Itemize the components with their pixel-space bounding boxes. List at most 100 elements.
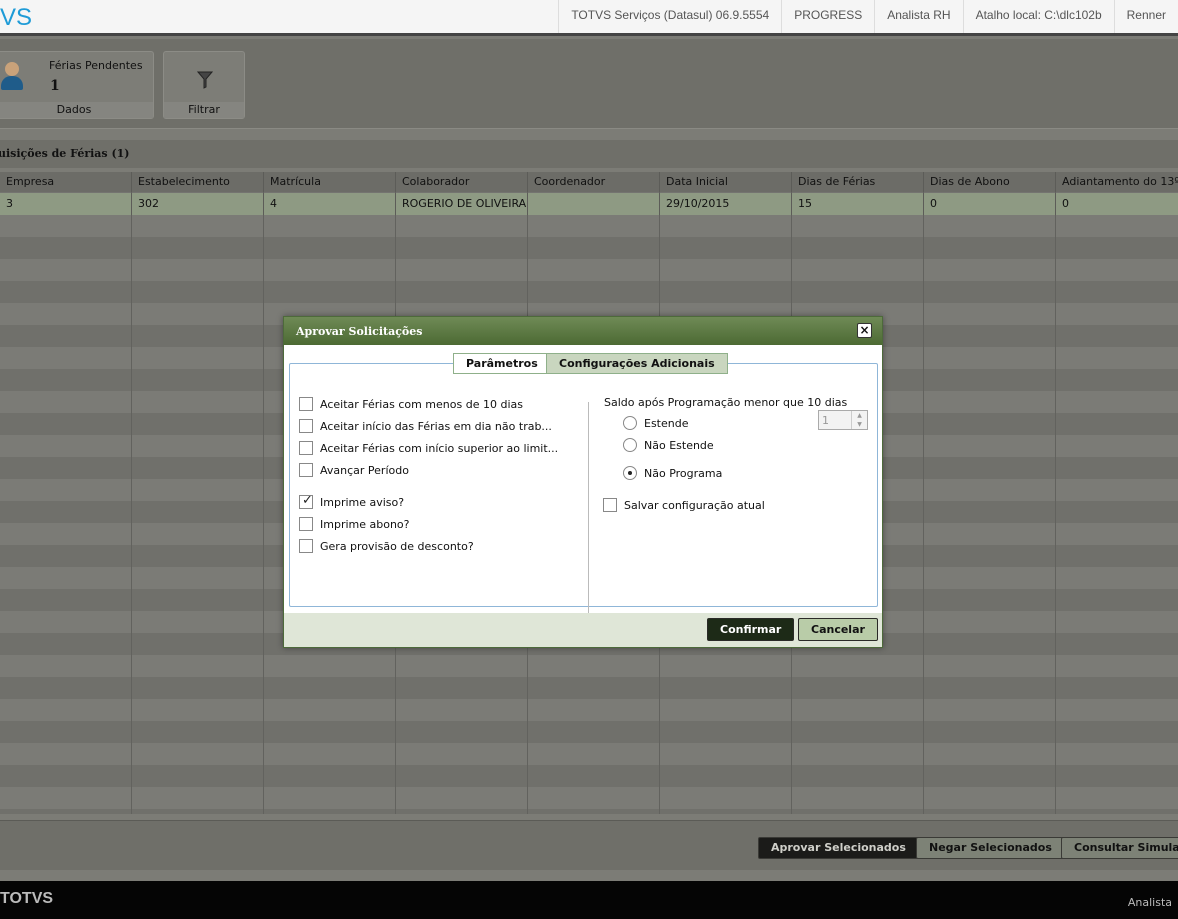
radio-label: Estende bbox=[644, 416, 689, 430]
footer: TOTVS Analista bbox=[0, 881, 1178, 919]
section-header: uisições de Férias (1) bbox=[0, 140, 1178, 168]
checkbox[interactable] bbox=[603, 498, 617, 512]
widget-filtrar[interactable]: Filtrar bbox=[163, 51, 245, 119]
checkbox[interactable] bbox=[299, 517, 313, 531]
column-header[interactable]: Data Inicial bbox=[660, 172, 792, 192]
approve-selected-button[interactable]: Aprovar Selecionados bbox=[758, 837, 919, 859]
user-icon bbox=[1, 62, 23, 90]
table-row[interactable]: 3 302 4 ROGERIO DE OLIVEIRA 29/10/2015 1… bbox=[0, 193, 1178, 215]
spinner-arrows-icon[interactable]: ▲ ▼ bbox=[851, 411, 867, 429]
header-database: PROGRESS bbox=[781, 0, 874, 33]
checkbox[interactable] bbox=[299, 441, 313, 455]
footer-user: Analista bbox=[1127, 896, 1172, 909]
approve-requests-dialog: Aprovar Solicitações × Aceitar Férias co… bbox=[283, 316, 883, 648]
radio-selected-dot bbox=[628, 471, 632, 475]
column-header[interactable]: Coordenador bbox=[528, 172, 660, 192]
option-label: Gera provisão de desconto? bbox=[320, 539, 474, 553]
saldo-label: Saldo após Programação menor que 10 dias bbox=[604, 396, 848, 409]
radio-label: Não Estende bbox=[644, 438, 714, 452]
option-accept-non-workday[interactable]: Aceitar início das Férias em dia não tra… bbox=[299, 418, 552, 434]
checkbox[interactable] bbox=[299, 419, 313, 433]
option-accept-less-10[interactable]: Aceitar Férias com menos de 10 dias bbox=[299, 396, 523, 412]
widget-dados[interactable]: Férias Pendentes 1 Dados bbox=[0, 51, 154, 119]
checkbox[interactable] bbox=[299, 539, 313, 553]
tab-configuracoes-adicionais[interactable]: Configurações Adicionais bbox=[546, 353, 728, 374]
option-save-config[interactable]: Salvar configuração atual bbox=[603, 497, 765, 513]
header-role[interactable]: Analista RH bbox=[874, 0, 962, 33]
action-bar: Aprovar Selecionados Negar Selecionados … bbox=[0, 820, 1178, 870]
option-label: Aceitar Férias com início superior ao li… bbox=[320, 441, 559, 455]
radio-nao-programa[interactable]: Não Programa bbox=[623, 465, 722, 481]
divider bbox=[588, 402, 589, 616]
radio-button[interactable] bbox=[623, 438, 637, 452]
option-label: Salvar configuração atual bbox=[624, 498, 765, 512]
table-cell: 15 bbox=[792, 193, 924, 215]
option-discount-provision[interactable]: Gera provisão de desconto? bbox=[299, 538, 474, 554]
button-label: Negar Selecionados bbox=[929, 841, 1052, 854]
tab-panel: Aceitar Férias com menos de 10 dias Acei… bbox=[289, 363, 878, 616]
table-cell: 0 bbox=[1056, 193, 1178, 215]
column-header[interactable]: Empresa bbox=[0, 172, 132, 192]
radio-label: Não Programa bbox=[644, 466, 723, 480]
option-label: Imprime aviso? bbox=[320, 495, 405, 509]
radio-estende[interactable]: Estende bbox=[623, 415, 688, 431]
radio-nao-estende[interactable]: Não Estende bbox=[623, 437, 714, 453]
option-label: Avançar Período bbox=[320, 463, 409, 477]
header-info: TOTVS Serviços (Datasul) 06.9.5554 PROGR… bbox=[558, 0, 1178, 33]
table-cell bbox=[528, 193, 660, 215]
tab-parametros[interactable]: Parâmetros bbox=[453, 353, 551, 374]
column-header[interactable]: Colaborador bbox=[396, 172, 528, 192]
table-cell: 4 bbox=[264, 193, 396, 215]
widget-area: Férias Pendentes 1 Dados Filtrar bbox=[0, 39, 1178, 129]
footer-logo: TOTVS bbox=[0, 890, 54, 907]
filter-icon bbox=[197, 71, 213, 89]
table-cell: 29/10/2015 bbox=[660, 193, 792, 215]
spinner-value: 1 bbox=[822, 414, 829, 427]
table-cell: 0 bbox=[924, 193, 1056, 215]
widget-label: Dados bbox=[0, 102, 153, 118]
button-label: Aprovar Selecionados bbox=[771, 841, 906, 854]
consult-simulation-button[interactable]: Consultar Simulação bbox=[1061, 837, 1178, 859]
app-logo: VS bbox=[0, 4, 33, 31]
widget-label: Filtrar bbox=[164, 102, 244, 118]
table-cell: 302 bbox=[132, 193, 264, 215]
column-header[interactable]: Matrícula bbox=[264, 172, 396, 192]
option-print-notice[interactable]: ✓ Imprime aviso? bbox=[299, 494, 404, 510]
radio-button[interactable] bbox=[623, 466, 637, 480]
section-title: uisições de Férias (1) bbox=[0, 147, 130, 160]
header-product: TOTVS Serviços (Datasul) 06.9.5554 bbox=[558, 0, 781, 33]
option-advance-period[interactable]: Avançar Período bbox=[299, 462, 409, 478]
confirm-button[interactable]: Confirmar bbox=[707, 618, 795, 641]
button-label: Consultar Simulação bbox=[1074, 841, 1178, 854]
dialog-title: Aprovar Solicitações bbox=[296, 325, 423, 338]
checkbox[interactable] bbox=[299, 463, 313, 477]
header-shortcut: Atalho local: C:\dlc102b bbox=[962, 0, 1114, 33]
table-cell: 3 bbox=[0, 193, 132, 215]
checkbox[interactable]: ✓ bbox=[299, 493, 313, 509]
column-header[interactable]: Dias de Abono bbox=[924, 172, 1056, 192]
close-icon[interactable]: × bbox=[857, 323, 872, 338]
option-label: Aceitar Férias com menos de 10 dias bbox=[320, 397, 523, 411]
widget-title: Férias Pendentes bbox=[49, 59, 143, 72]
cancel-button[interactable]: Cancelar bbox=[798, 618, 878, 641]
checkbox[interactable] bbox=[299, 397, 313, 411]
checkmark-icon: ✓ bbox=[302, 493, 313, 508]
header-company[interactable]: Renner bbox=[1113, 0, 1178, 33]
grid-header: Empresa Estabelecimento Matrícula Colabo… bbox=[0, 172, 1178, 192]
deny-selected-button[interactable]: Negar Selecionados bbox=[916, 837, 1065, 859]
widget-count: 1 bbox=[50, 78, 60, 94]
radio-button[interactable] bbox=[623, 416, 637, 430]
column-header[interactable]: Estabelecimento bbox=[132, 172, 264, 192]
dialog-body: Aceitar Férias com menos de 10 dias Acei… bbox=[284, 345, 882, 616]
column-header[interactable]: Dias de Férias bbox=[792, 172, 924, 192]
dialog-footer: Confirmar Cancelar bbox=[284, 613, 882, 647]
top-bar: VS TOTVS Serviços (Datasul) 06.9.5554 PR… bbox=[0, 0, 1178, 36]
option-label: Imprime abono? bbox=[320, 517, 410, 531]
option-label: Aceitar início das Férias em dia não tra… bbox=[320, 419, 552, 433]
option-print-abono[interactable]: Imprime abono? bbox=[299, 516, 410, 532]
option-accept-above-limit[interactable]: Aceitar Férias com início superior ao li… bbox=[299, 440, 558, 456]
days-spinner[interactable]: 1 ▲ ▼ bbox=[818, 410, 868, 430]
table-cell: ROGERIO DE OLIVEIRA bbox=[396, 193, 528, 215]
dialog-titlebar: Aprovar Solicitações × bbox=[284, 317, 882, 345]
column-header[interactable]: Adiantamento do 13º bbox=[1056, 172, 1178, 192]
